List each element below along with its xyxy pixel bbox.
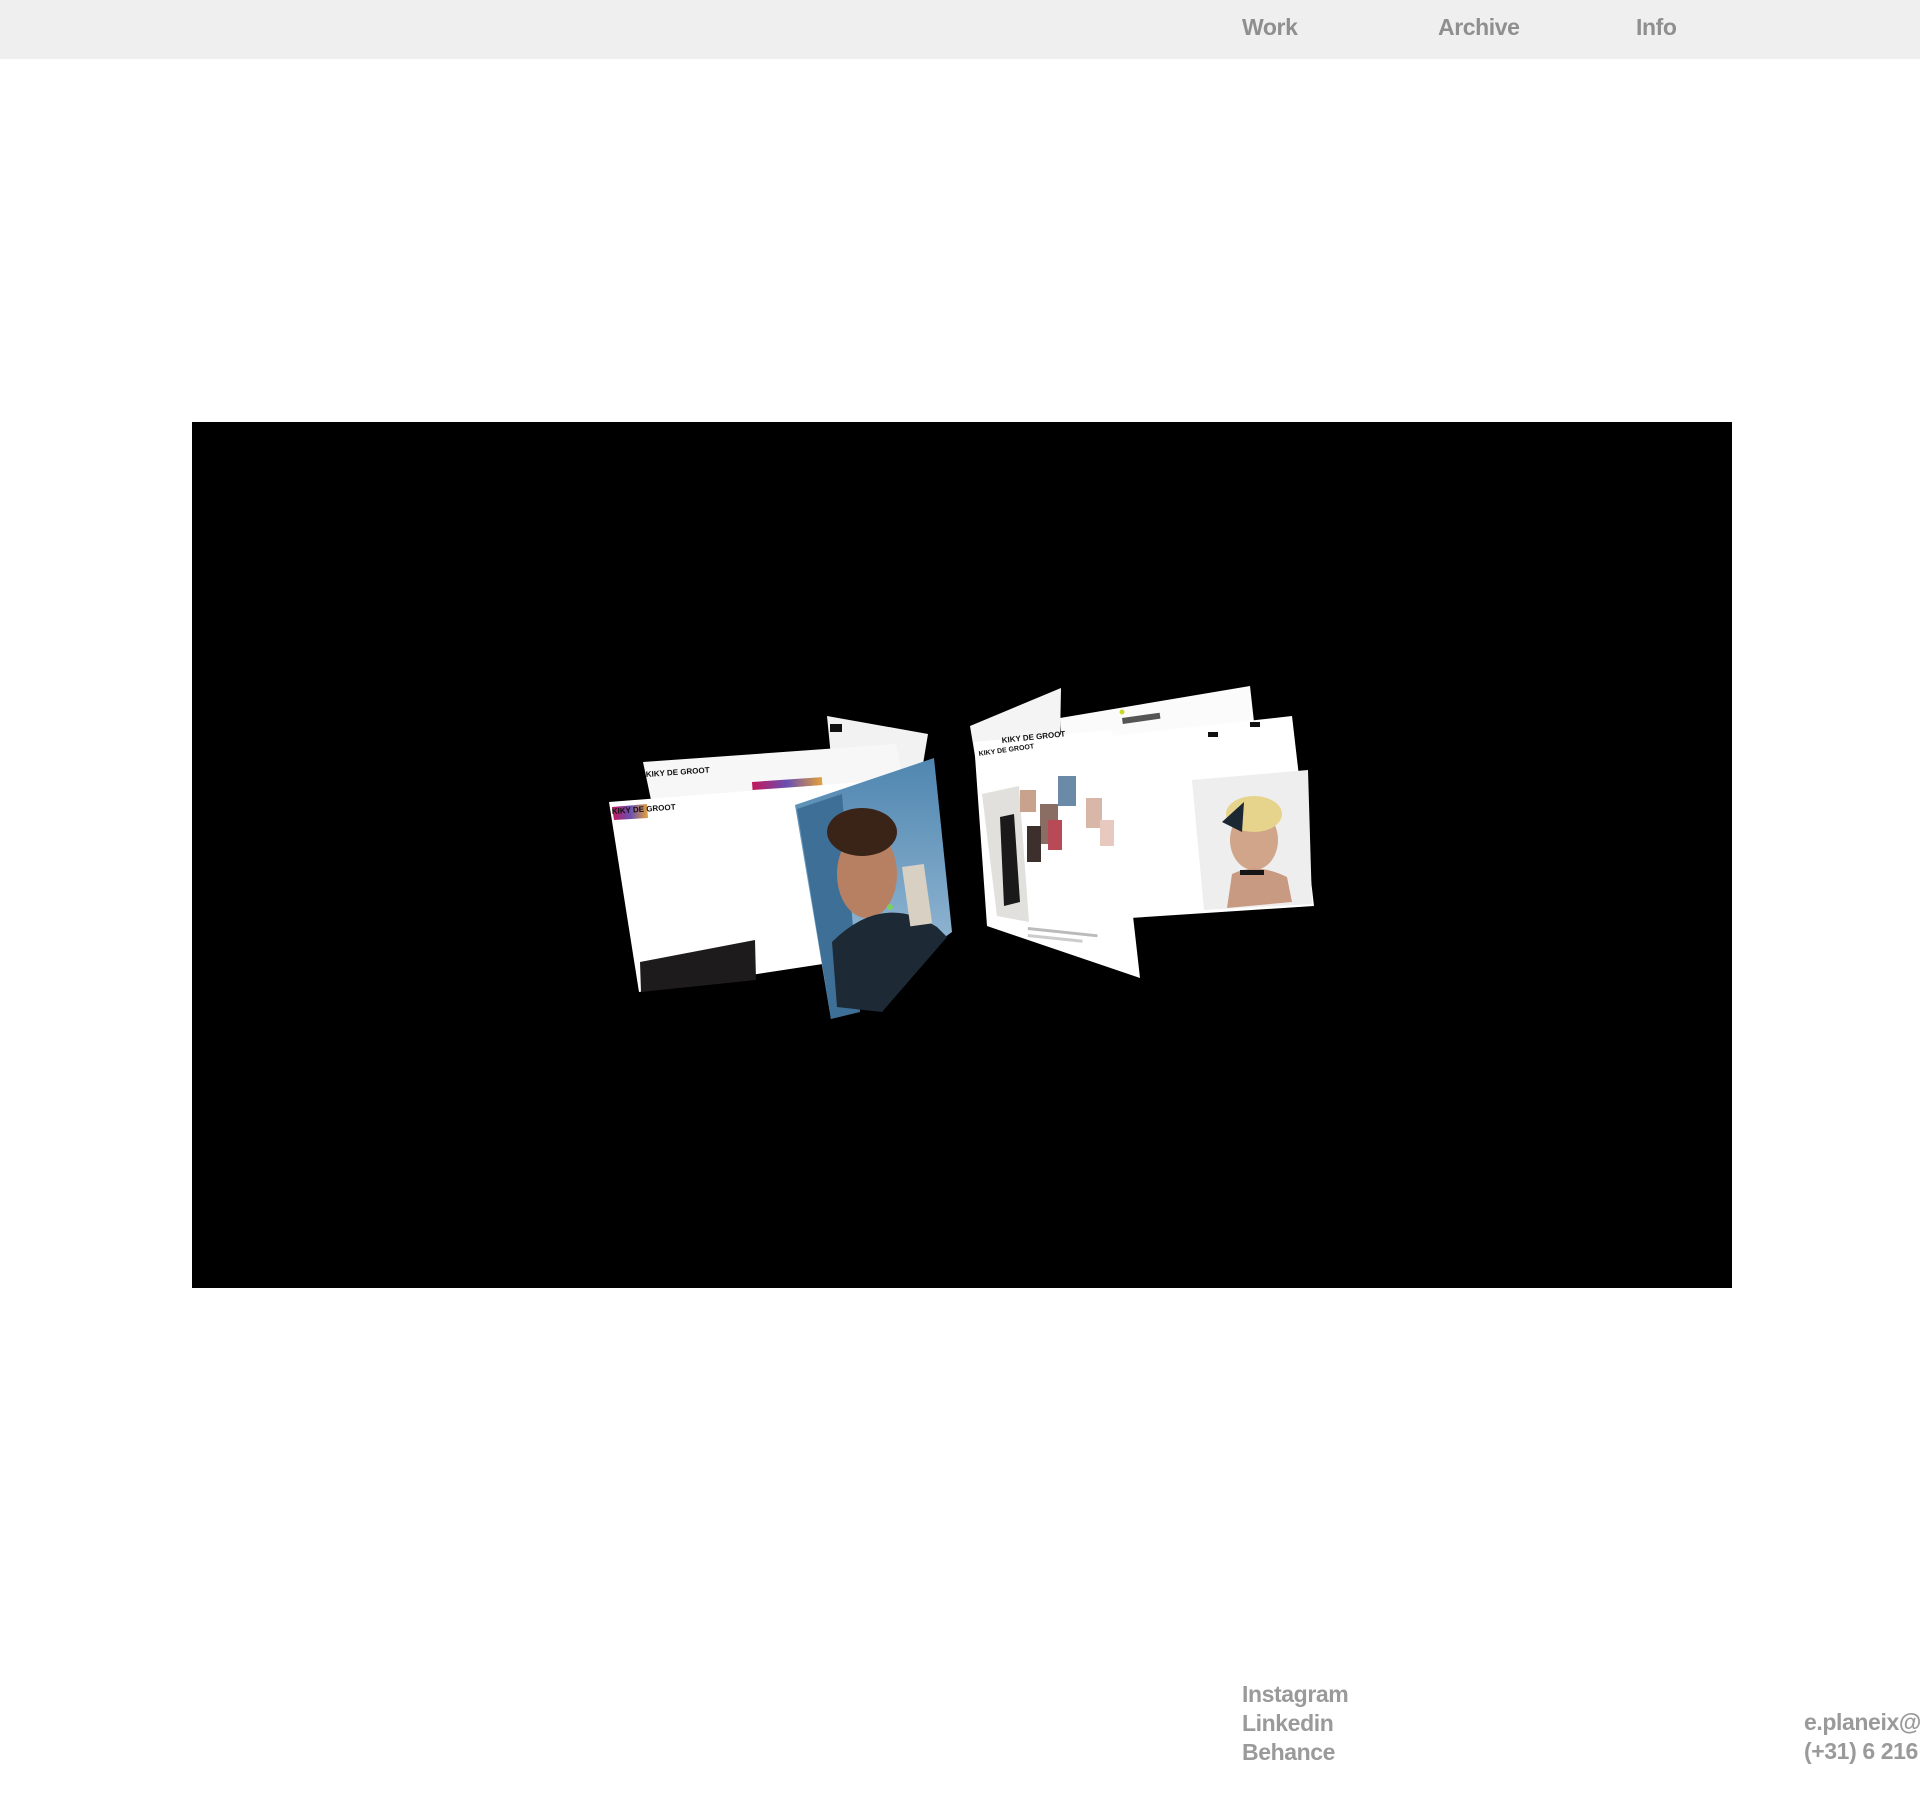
footer-contact: e.planeix@ (+31) 6 216 <box>1804 1708 1920 1766</box>
footer-social-links: Instagram Linkedin Behance <box>1242 1680 1462 1767</box>
collage-photo-8 <box>1027 826 1041 862</box>
instagram-link[interactable]: Instagram <box>1242 1680 1462 1709</box>
contact-email[interactable]: e.planeix@ <box>1804 1708 1920 1737</box>
contact-phone[interactable]: (+31) 6 216 <box>1804 1737 1920 1766</box>
photo-choker <box>1240 870 1264 875</box>
panel-top-corner-mark <box>1250 722 1260 727</box>
collage-photo-7 <box>1100 820 1114 846</box>
right-panel-cluster: KIKY DE GROOT KIKY DE GROOT <box>970 686 1314 978</box>
collage-photo-5 <box>1048 820 1062 850</box>
collage-photo-4 <box>1058 776 1076 806</box>
behance-link[interactable]: Behance <box>1242 1738 1462 1767</box>
nav-info-link[interactable]: Info <box>1636 13 1677 41</box>
hero-video[interactable]: KIKY DE GROOT KIKY DE GROOT KIKY DE GROO… <box>192 422 1732 1288</box>
linkedin-link[interactable]: Linkedin <box>1242 1709 1462 1738</box>
portrait-hair <box>827 808 897 856</box>
hero-3d-panels-illustration: KIKY DE GROOT KIKY DE GROOT KIKY DE GROO… <box>609 686 1314 1019</box>
collage-photo-2 <box>1020 790 1036 812</box>
nav-archive-link[interactable]: Archive <box>1438 13 1520 41</box>
collage-photo-6 <box>1086 798 1102 828</box>
panel-logo-mark <box>830 724 842 732</box>
panel-right-corner-mark <box>1208 732 1218 737</box>
panel-top-dot <box>1119 709 1125 715</box>
portrait-dot <box>887 904 893 910</box>
left-panel-cluster: KIKY DE GROOT KIKY DE GROOT <box>609 716 952 1019</box>
top-nav-bar: Work Archive Info <box>0 0 1920 59</box>
portrait-shirt <box>832 912 947 1012</box>
page: Work Archive Info KIKY DE GROOT KIKY DE … <box>0 0 1920 1800</box>
nav-work-link[interactable]: Work <box>1242 13 1298 41</box>
